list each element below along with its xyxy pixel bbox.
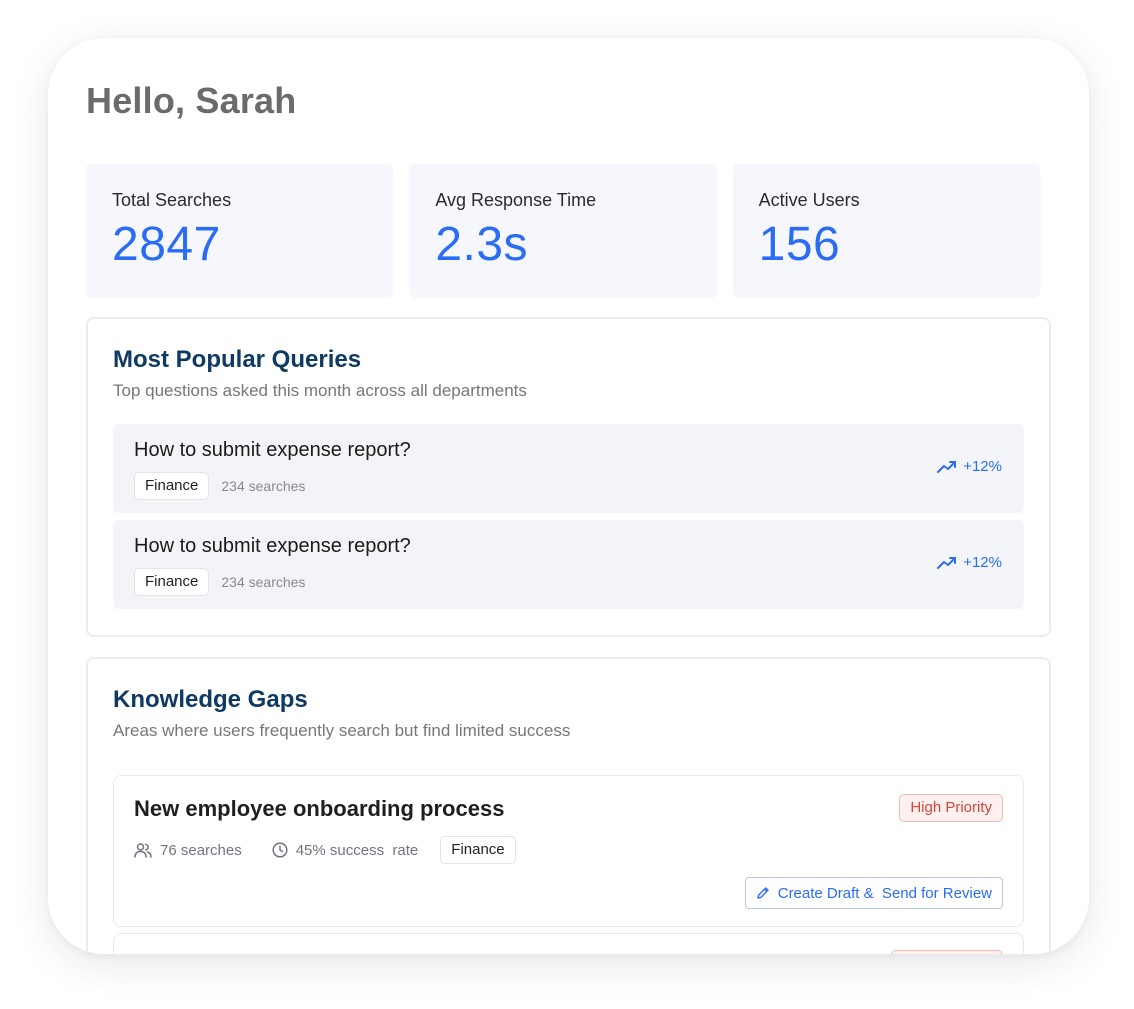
search-count: 234 searches bbox=[221, 574, 306, 590]
gap-search-count: 76 searches bbox=[160, 841, 242, 859]
stats-row: Total Searches 2847 Avg Response Time 2.… bbox=[86, 164, 1040, 297]
query-meta: Finance 234 searches bbox=[134, 472, 305, 500]
query-item[interactable]: How to submit expense report? Finance 23… bbox=[113, 520, 1024, 609]
department-tag: Finance bbox=[134, 472, 210, 500]
stat-value: 2847 bbox=[112, 218, 221, 271]
trending-up-icon bbox=[937, 460, 957, 473]
stat-label: Avg Response Time bbox=[435, 190, 597, 210]
knowledge-gaps-panel: Knowledge Gaps Areas where users frequen… bbox=[86, 657, 1051, 954]
trend-value: +12% bbox=[963, 554, 1002, 571]
query-item[interactable]: How to submit expense report? Finance 23… bbox=[113, 424, 1024, 513]
priority-badge: High Priority bbox=[899, 794, 1003, 822]
trend-indicator: +12% bbox=[937, 554, 1002, 571]
knowledge-gap-card bbox=[113, 933, 1024, 954]
query-question: How to submit expense report? bbox=[134, 535, 411, 557]
panel-subtitle: Areas where users frequently search but … bbox=[113, 721, 571, 740]
knowledge-gap-card: New employee onboarding process High Pri… bbox=[113, 775, 1024, 927]
users-icon bbox=[134, 843, 152, 858]
stat-label: Total Searches bbox=[112, 190, 232, 210]
dashboard-card: Hello, Sarah Total Searches 2847 Avg Res… bbox=[48, 38, 1089, 954]
create-draft-label: Create Draft & Send for Review bbox=[777, 884, 992, 902]
stat-value: 156 bbox=[758, 218, 841, 271]
stat-value: 2.3s bbox=[435, 218, 529, 271]
search-count: 234 searches bbox=[221, 478, 306, 494]
trending-up-icon bbox=[937, 556, 957, 569]
gap-topic: New employee onboarding process bbox=[134, 796, 505, 821]
clock-icon bbox=[272, 842, 288, 858]
trend-indicator: +12% bbox=[937, 458, 1002, 475]
create-draft-button[interactable]: Create Draft & Send for Review bbox=[744, 877, 1003, 909]
department-tag: Finance bbox=[440, 836, 516, 864]
success-rate: 45% success rate bbox=[295, 841, 419, 859]
panel-title: Knowledge Gaps bbox=[113, 686, 308, 713]
query-question: How to submit expense report? bbox=[134, 439, 411, 461]
query-meta: Finance 234 searches bbox=[134, 568, 305, 596]
stat-card-active-users: Active Users 156 bbox=[732, 164, 1040, 297]
stat-card-avg-response-time: Avg Response Time 2.3s bbox=[409, 164, 717, 297]
panel-title: Most Popular Queries bbox=[113, 346, 362, 373]
priority-badge-partial bbox=[891, 950, 1003, 954]
greeting-title: Hello, Sarah bbox=[86, 80, 297, 121]
panel-subtitle: Top questions asked this month across al… bbox=[113, 381, 527, 400]
popular-queries-panel: Most Popular Queries Top questions asked… bbox=[86, 317, 1051, 637]
stat-label: Active Users bbox=[758, 190, 860, 210]
stat-card-total-searches: Total Searches 2847 bbox=[86, 164, 394, 297]
department-tag: Finance bbox=[134, 568, 210, 596]
gap-meta: 76 searches 45% success rate Finance bbox=[134, 836, 516, 864]
pencil-icon bbox=[757, 887, 769, 899]
trend-value: +12% bbox=[963, 458, 1002, 475]
